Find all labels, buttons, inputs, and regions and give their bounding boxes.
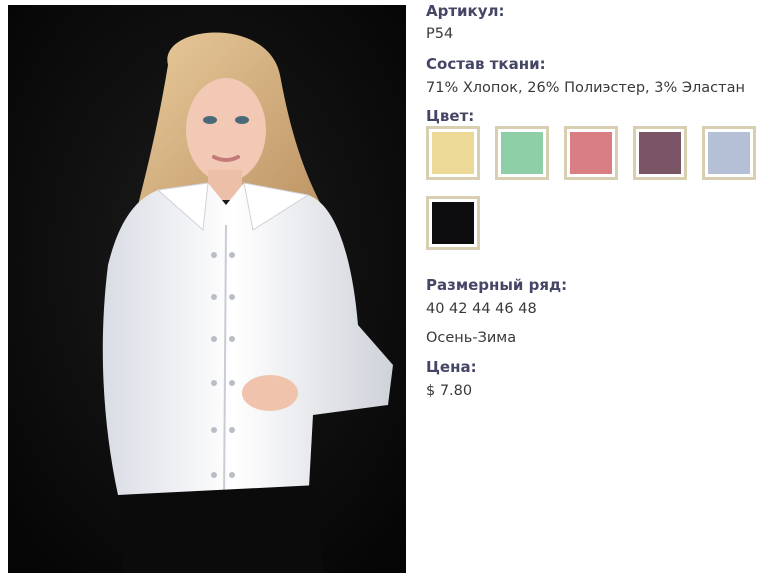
color-label: Цвет: bbox=[426, 107, 475, 125]
article-label: Артикул: bbox=[426, 2, 505, 20]
color-swatch-pink[interactable] bbox=[564, 126, 618, 180]
article-value: P54 bbox=[426, 26, 454, 42]
product-photo bbox=[8, 5, 406, 573]
color-swatch-yellow[interactable] bbox=[426, 126, 480, 180]
color-swatch-black[interactable] bbox=[426, 196, 480, 250]
sizes-value: 40 42 44 46 48 bbox=[426, 301, 537, 317]
fabric-label: Состав ткани: bbox=[426, 55, 546, 73]
sizes-label: Размерный ряд: bbox=[426, 276, 568, 294]
season-value: Осень-Зима bbox=[426, 330, 517, 346]
color-swatch-plum[interactable] bbox=[633, 126, 687, 180]
fabric-value: 71% Хлопок, 26% Полиэстер, 3% Эластан bbox=[426, 80, 745, 96]
color-swatch-light-blue[interactable] bbox=[702, 126, 756, 180]
price-value: $ 7.80 bbox=[426, 383, 473, 399]
price-label: Цена: bbox=[426, 358, 477, 376]
color-swatch-green[interactable] bbox=[495, 126, 549, 180]
